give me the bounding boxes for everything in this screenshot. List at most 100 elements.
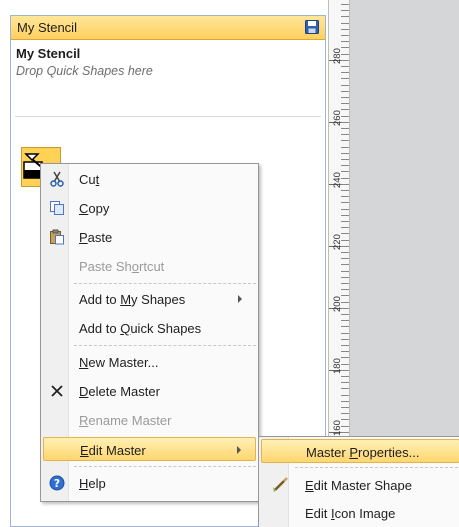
ruler-minor-tick (341, 116, 349, 117)
ruler-minor-tick (341, 283, 349, 284)
ruler-minor-tick (341, 85, 349, 86)
menu-item-master-properties[interactable]: Master Properties... (261, 439, 459, 463)
menu-item-paste[interactable]: Paste (43, 225, 256, 249)
stencil-hint: Drop Quick Shapes here (16, 64, 153, 78)
stencil-title: My Stencil (16, 46, 81, 61)
ruler-minor-tick (341, 202, 349, 203)
ruler-minor-tick (341, 258, 349, 259)
ruler-minor-tick (341, 432, 349, 433)
ruler-minor-tick (341, 413, 349, 414)
menu-item-edit-master-shape[interactable]: Edit Master Shape (261, 473, 459, 497)
ruler-minor-tick (341, 401, 349, 402)
ruler-minor-tick (341, 345, 349, 346)
ruler-minor-tick (341, 60, 349, 61)
ruler-minor-tick (341, 407, 349, 408)
context-menu: Cut Copy Paste Paste Shortcut Add to My … (40, 163, 259, 502)
edit-shape-icon (271, 476, 289, 494)
ruler-minor-tick (341, 252, 349, 253)
help-icon: ? (48, 474, 66, 492)
delete-x-icon (48, 382, 66, 400)
menu-item-add-to-quick-shapes[interactable]: Add to Quick Shapes (43, 316, 256, 340)
ruler-minor-tick (341, 178, 349, 179)
ruler-minor-tick (341, 320, 349, 321)
ruler-minor-tick (341, 209, 349, 210)
menu-item-new-master[interactable]: New Master... (43, 350, 256, 374)
ruler-minor-tick (341, 122, 349, 123)
ruler-minor-tick (341, 41, 349, 42)
clipboard-icon (48, 228, 66, 246)
ruler-minor-tick (341, 215, 349, 216)
ruler-minor-tick (341, 72, 349, 73)
stencil-header-title: My Stencil (17, 20, 77, 35)
ruler-minor-tick (341, 382, 349, 383)
ruler-label: 160 (332, 420, 343, 436)
menu-item-add-to-my-shapes[interactable]: Add to My Shapes (43, 287, 256, 311)
ruler-minor-tick (341, 333, 349, 334)
ruler-minor-tick (341, 308, 349, 309)
ruler-minor-tick (341, 147, 349, 148)
ruler-minor-tick (341, 184, 349, 185)
ruler-label: 220 (332, 234, 343, 250)
ruler-minor-tick (341, 171, 349, 172)
menu-item-copy[interactable]: Copy (43, 196, 256, 220)
ruler-minor-tick (341, 233, 349, 234)
menu-separator (74, 466, 256, 467)
ruler-minor-tick (341, 357, 349, 358)
ruler-minor-tick (341, 128, 349, 129)
ruler-minor-tick (341, 78, 349, 79)
save-icon[interactable] (305, 20, 319, 34)
ruler-minor-tick (341, 103, 349, 104)
menu-item-edit-master[interactable]: Edit Master (43, 437, 256, 461)
stencil-divider (15, 116, 321, 117)
ruler-minor-tick (341, 91, 349, 92)
ruler-minor-tick (341, 370, 349, 371)
menu-separator (74, 345, 256, 346)
ruler-minor-tick (341, 271, 349, 272)
menu-item-help[interactable]: ? Help (43, 471, 256, 495)
ruler-minor-tick (341, 4, 349, 5)
ruler-minor-tick (341, 364, 349, 365)
menu-item-edit-icon-image[interactable]: Edit Icon Image (261, 501, 459, 525)
ruler-minor-tick (341, 134, 349, 135)
ruler-minor-tick (341, 426, 349, 427)
ruler-minor-tick (341, 240, 349, 241)
ruler-minor-tick (341, 395, 349, 396)
edit-master-submenu: Master Properties... Edit Master Shape E… (258, 436, 459, 527)
menu-item-rename-master[interactable]: Rename Master (43, 408, 256, 432)
ruler-minor-tick (341, 351, 349, 352)
menu-item-delete-master[interactable]: Delete Master (43, 379, 256, 403)
ruler-minor-tick (341, 277, 349, 278)
ruler-minor-tick (341, 314, 349, 315)
copy-icon (48, 199, 66, 217)
submenu-arrow-icon (238, 295, 242, 303)
ruler-minor-tick (341, 302, 349, 303)
ruler-minor-tick (341, 153, 349, 154)
ruler-minor-tick (341, 326, 349, 327)
ruler-label: 260 (332, 110, 343, 126)
ruler-minor-tick (341, 419, 349, 420)
scissors-icon (48, 170, 66, 188)
ruler-minor-tick (341, 140, 349, 141)
menu-item-cut[interactable]: Cut (43, 167, 256, 191)
ruler-label: 240 (332, 172, 343, 188)
svg-text:?: ? (54, 477, 60, 490)
ruler-label: 200 (332, 296, 343, 312)
ruler-minor-tick (341, 66, 349, 67)
ruler-label: 280 (332, 48, 343, 64)
ruler-minor-tick (341, 97, 349, 98)
ruler-minor-tick (341, 54, 349, 55)
stencil-header[interactable]: My Stencil (11, 16, 325, 40)
ruler-minor-tick (341, 29, 349, 30)
ruler-minor-tick (341, 159, 349, 160)
ruler-minor-tick (341, 264, 349, 265)
ruler-minor-tick (341, 10, 349, 11)
menu-item-paste-shortcut[interactable]: Paste Shortcut (43, 254, 256, 278)
ruler-minor-tick (341, 295, 349, 296)
submenu-arrow-icon (237, 446, 241, 454)
ruler-minor-tick (341, 23, 349, 24)
ruler-minor-tick (341, 35, 349, 36)
ruler-minor-tick (341, 227, 349, 228)
ruler-minor-tick (341, 339, 349, 340)
ruler-label: 180 (332, 358, 343, 374)
ruler-minor-tick (341, 16, 349, 17)
